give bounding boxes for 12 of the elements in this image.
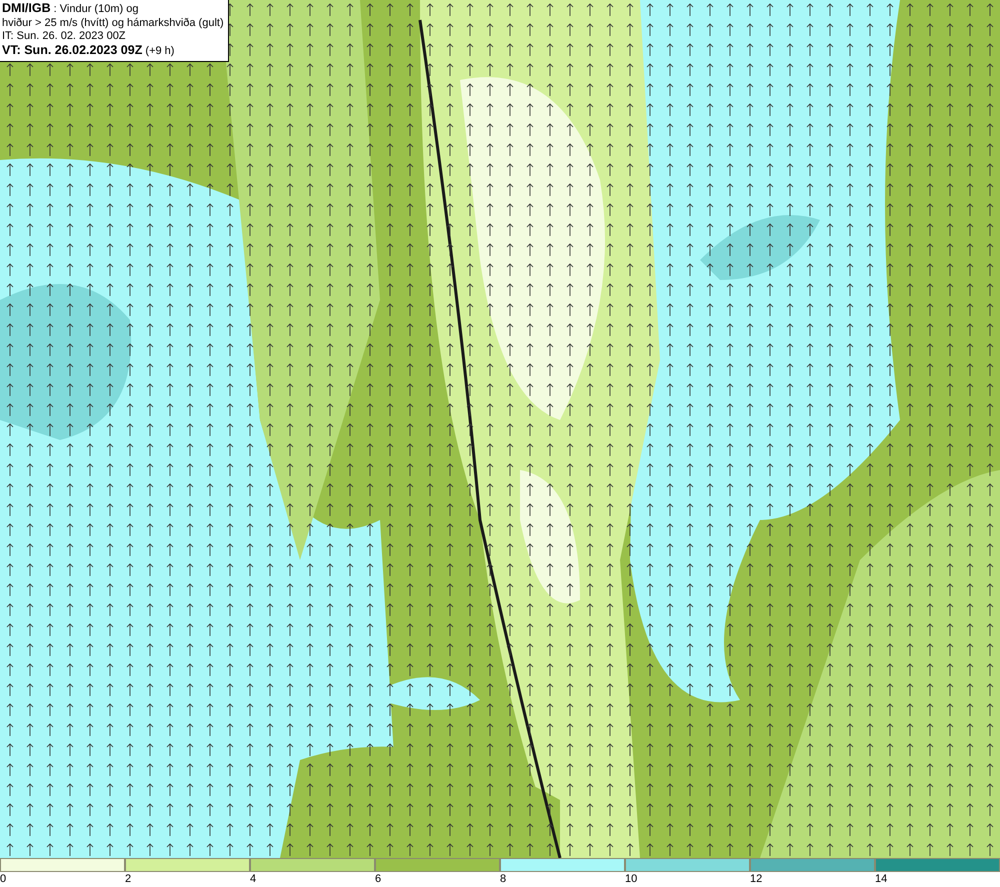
info-text: VT: Sun. 26.02.2023 09Z (+9 h) [2,44,176,58]
info-text: DMI/IGB : Vindur (10m) og [2,2,140,16]
legend-label: 0 [0,872,6,886]
legend-label: 2 [125,872,132,886]
legend-label: 10 [625,872,638,886]
info-text: IT: Sun. 26. 02. 2023 00Z [2,30,127,44]
legend-label: 8 [500,872,506,886]
legend-label: 6 [375,872,382,886]
legend-label: 12 [750,872,762,886]
legend-label: 4 [250,872,256,886]
legend-label: 14 [875,872,888,886]
info-text: hviður > 25 m/s (hvítt) og hámarkshviða (gult) [2,16,224,30]
